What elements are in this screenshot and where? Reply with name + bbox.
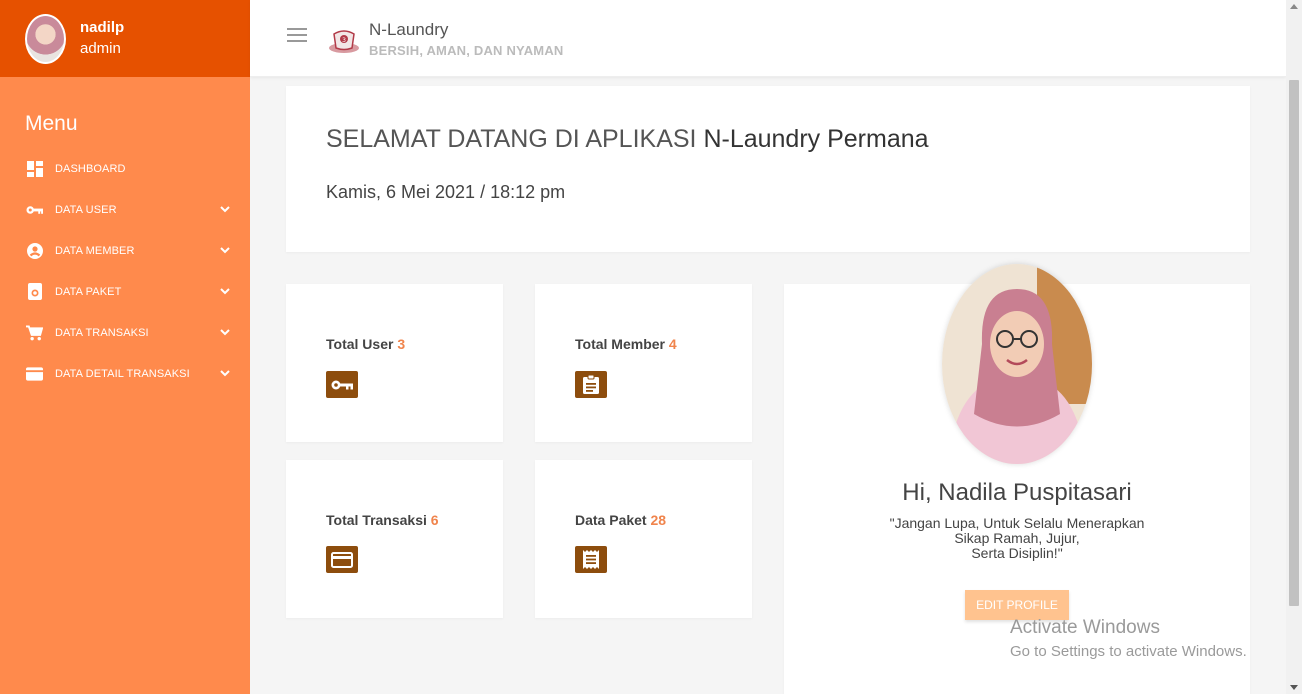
user-info: nadilp admin	[80, 18, 124, 60]
stat-label: Data Paket 28	[575, 512, 666, 528]
stat-title: Total Member	[575, 336, 665, 352]
chevron-down-icon[interactable]	[218, 202, 232, 216]
quote-line: Sikap Ramah, Jujur,	[954, 530, 1080, 546]
user-name: nadilp	[80, 18, 125, 36]
app-tagline: BERSIH, AMAN, DAN NYAMAN	[369, 43, 564, 58]
sidebar-item-label: DATA USER	[55, 203, 117, 216]
credit-card-icon	[326, 546, 358, 573]
profile-photo	[942, 264, 1092, 464]
profile-greeting: Hi, Nadila Puspitasari	[902, 479, 1132, 506]
sidebar-item-dashboard[interactable]: DASHBOARD	[0, 148, 250, 189]
sidebar-item-data-transaksi[interactable]: DATA TRANSAKSI	[0, 312, 250, 353]
stat-label: Total User 3	[326, 336, 405, 352]
dashboard-icon	[26, 160, 43, 177]
sidebar-menu: DASHBOARD DATA USER DATA MEMBER DATA PAK…	[0, 148, 250, 394]
hamburger-menu-icon[interactable]	[287, 28, 307, 44]
stat-label: Total Transaksi 6	[326, 512, 439, 528]
package-icon	[26, 283, 43, 300]
sidebar-item-data-detail-transaksi[interactable]: DATA DETAIL TRANSAKSI	[0, 353, 250, 394]
vertical-scrollbar[interactable]	[1286, 0, 1302, 694]
key-icon	[26, 201, 43, 218]
clipboard-icon	[575, 371, 607, 398]
account-circle-icon	[26, 242, 43, 259]
welcome-title: SELAMAT DATANG DI APLIKASI N-Laundry Per…	[326, 125, 929, 154]
stat-title: Total User	[326, 336, 394, 352]
stat-card-total-transaksi[interactable]: Total Transaksi 6	[286, 460, 503, 618]
welcome-prefix: SELAMAT DATANG DI APLIKASI	[326, 125, 697, 153]
sidebar: nadilp admin Menu DASHBOARD DATA USER DA…	[0, 0, 250, 694]
cart-icon	[26, 324, 43, 341]
scroll-down-arrow-icon[interactable]	[1290, 685, 1298, 690]
sidebar-item-data-user[interactable]: DATA USER	[0, 189, 250, 230]
sidebar-item-label: DATA DETAIL TRANSAKSI	[55, 367, 190, 380]
stat-count: 4	[668, 336, 677, 352]
credit-card-icon	[26, 365, 43, 382]
stat-count: 3	[397, 336, 406, 352]
sidebar-item-label: DATA TRANSAKSI	[55, 326, 149, 339]
receipt-icon	[575, 546, 607, 573]
menu-title: Menu	[25, 112, 78, 135]
welcome-card: SELAMAT DATANG DI APLIKASI N-Laundry Per…	[286, 86, 1250, 252]
scroll-up-arrow-icon[interactable]	[1290, 4, 1298, 9]
stat-title: Total Transaksi	[326, 512, 427, 528]
laundry-logo-icon: 3	[329, 30, 359, 53]
svg-text:3: 3	[342, 37, 346, 44]
stat-card-total-member[interactable]: Total Member 4	[535, 284, 752, 442]
sidebar-item-label: DATA MEMBER	[55, 244, 135, 257]
chevron-down-icon[interactable]	[218, 284, 232, 298]
app-name: N-Laundry	[369, 20, 449, 39]
sidebar-item-data-member[interactable]: DATA MEMBER	[0, 230, 250, 271]
stat-card-total-user[interactable]: Total User 3	[286, 284, 503, 442]
stat-card-data-paket[interactable]: Data Paket 28	[535, 460, 752, 618]
profile-quote: "Jangan Lupa, Untuk Selalu Menerapkan Si…	[784, 516, 1250, 561]
quote-line: "Jangan Lupa, Untuk Selalu Menerapkan	[889, 515, 1145, 531]
stat-title: Data Paket	[575, 512, 647, 528]
welcome-app-name: N-Laundry Permana	[703, 125, 929, 153]
sidebar-item-data-paket[interactable]: DATA PAKET	[0, 271, 250, 312]
avatar[interactable]	[25, 13, 66, 64]
current-datetime: Kamis, 6 Mei 2021 / 18:12 pm	[326, 182, 566, 202]
chevron-down-icon[interactable]	[218, 366, 232, 380]
stat-count: 6	[430, 512, 439, 528]
windows-activation-watermark: Activate Windows Go to Settings to activ…	[1010, 616, 1247, 664]
top-bar: 3 N-Laundry BERSIH, AMAN, DAN NYAMAN	[250, 0, 1286, 77]
sidebar-item-label: DATA PAKET	[55, 285, 122, 298]
key-icon	[326, 371, 358, 398]
stat-label: Total Member 4	[575, 336, 677, 352]
stat-count: 28	[650, 512, 667, 528]
chevron-down-icon[interactable]	[218, 325, 232, 339]
watermark-title: Activate Windows	[1010, 617, 1160, 638]
user-profile-bar[interactable]: nadilp admin	[0, 0, 250, 77]
user-role: admin	[80, 39, 121, 57]
sidebar-item-label: DASHBOARD	[55, 162, 126, 175]
chevron-down-icon[interactable]	[218, 243, 232, 257]
watermark-subtitle: Go to Settings to activate Windows.	[1010, 643, 1247, 660]
scroll-thumb[interactable]	[1289, 80, 1299, 606]
quote-line: Serta Disiplin!"	[971, 545, 1063, 561]
